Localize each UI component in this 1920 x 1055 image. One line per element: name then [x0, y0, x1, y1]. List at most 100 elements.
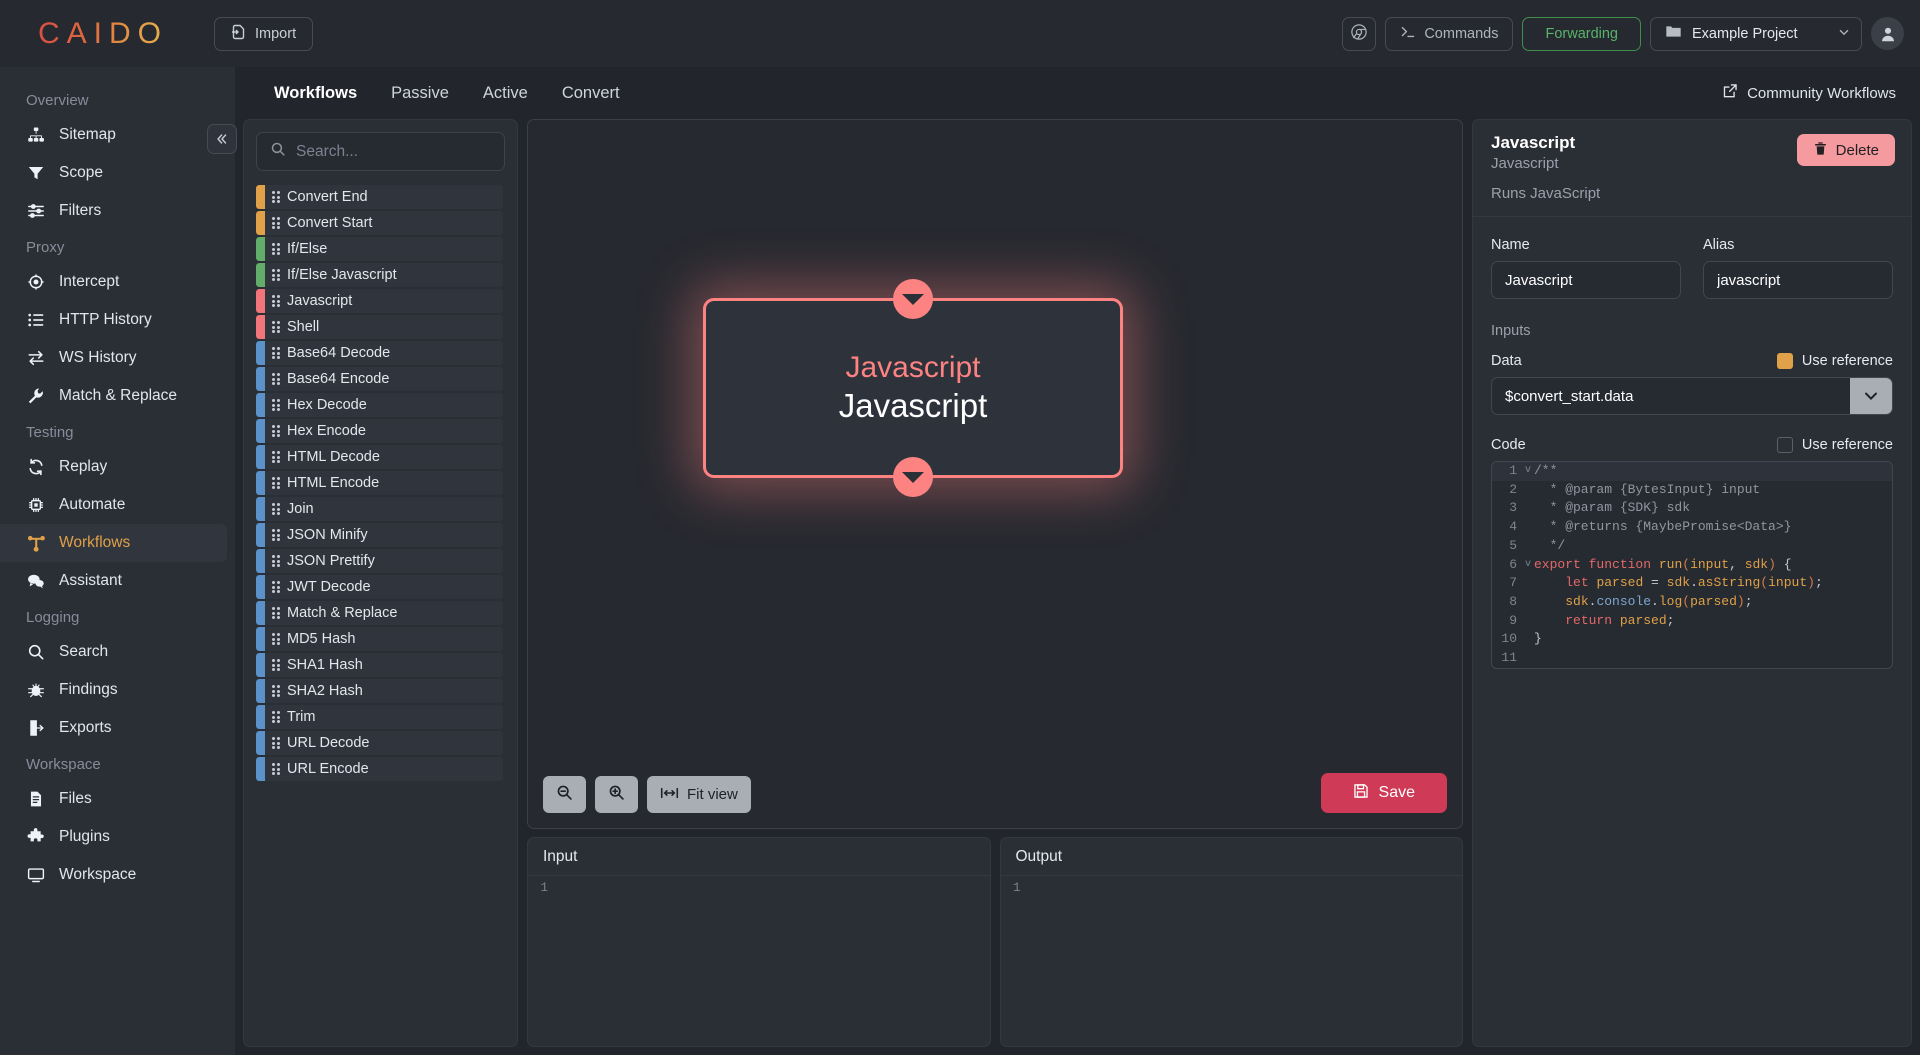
drag-handle-icon[interactable] — [265, 711, 287, 723]
name-input[interactable] — [1491, 261, 1681, 299]
node-palette-item[interactable]: HTML Decode — [256, 445, 503, 469]
sidebar-item-automate[interactable]: Automate — [0, 486, 227, 524]
code-line[interactable]: 1 v/** — [1492, 462, 1892, 481]
node-palette-item[interactable]: JSON Minify — [256, 523, 503, 547]
drag-handle-icon[interactable] — [265, 503, 287, 515]
node-list[interactable]: Convert End Convert Start If/Else If/Else J… — [256, 185, 505, 1034]
sidebar-item-ws-history[interactable]: WS History — [0, 339, 227, 377]
collapse-sidebar-button[interactable] — [207, 124, 237, 154]
input-editor[interactable]: 1 — [528, 876, 990, 1046]
forwarding-button[interactable]: Forwarding — [1522, 16, 1641, 51]
import-button[interactable]: Import — [214, 16, 314, 51]
chevron-down-icon[interactable] — [1850, 378, 1892, 414]
code-use-reference-checkbox[interactable]: Use reference — [1776, 437, 1893, 453]
code-line[interactable]: 6 v export function run(input, sdk) { — [1492, 556, 1892, 575]
save-button[interactable]: Save — [1320, 773, 1447, 813]
code-fold-toggle[interactable] — [1522, 518, 1534, 537]
code-line[interactable]: 9 return parsed; — [1492, 612, 1892, 631]
input-value[interactable] — [554, 876, 990, 1046]
node-palette-item[interactable]: MD5 Hash — [256, 627, 503, 651]
sidebar-item-intercept[interactable]: Intercept — [0, 263, 227, 301]
drag-handle-icon[interactable] — [265, 633, 287, 645]
node-palette-item[interactable]: SHA2 Hash — [256, 679, 503, 703]
code-fold-toggle[interactable]: v — [1522, 462, 1534, 481]
node-palette-item[interactable]: Shell — [256, 315, 503, 339]
node-palette-item[interactable]: Convert End — [256, 185, 503, 209]
code-fold-toggle[interactable] — [1522, 630, 1534, 649]
node-palette-item[interactable]: Hex Encode — [256, 419, 503, 443]
commands-button[interactable]: Commands — [1385, 16, 1514, 51]
node-palette-item[interactable]: Base64 Decode — [256, 341, 503, 365]
drag-handle-icon[interactable] — [265, 607, 287, 619]
node-palette-item[interactable]: URL Encode — [256, 757, 503, 781]
node-palette-item[interactable]: Hex Decode — [256, 393, 503, 417]
workflow-canvas[interactable]: Javascript Javascript Fit view Save — [527, 119, 1463, 829]
drag-handle-icon[interactable] — [265, 217, 287, 229]
sidebar-item-findings[interactable]: Findings — [0, 671, 227, 709]
code-line[interactable]: 3 * @param {SDK} sdk — [1492, 499, 1892, 518]
drag-handle-icon[interactable] — [265, 763, 287, 775]
code-line[interactable]: 5 */ — [1492, 537, 1892, 556]
alias-input[interactable] — [1703, 261, 1893, 299]
sidebar-item-filters[interactable]: Filters — [0, 192, 227, 230]
code-line[interactable]: 8 sdk.console.log(parsed); — [1492, 593, 1892, 612]
drag-handle-icon[interactable] — [265, 737, 287, 749]
drag-handle-icon[interactable] — [265, 295, 287, 307]
avatar[interactable] — [1871, 17, 1904, 50]
code-editor[interactable]: 1 v/** 2 * @param {BytesInput} input 3 * @p… — [1491, 461, 1893, 669]
node-output-handle[interactable] — [893, 457, 933, 497]
zoom-in-button[interactable] — [595, 776, 638, 813]
sidebar-item-exports[interactable]: Exports — [0, 709, 227, 747]
code-line[interactable]: 10} — [1492, 630, 1892, 649]
drag-handle-icon[interactable] — [265, 659, 287, 671]
node-palette-item[interactable]: URL Decode — [256, 731, 503, 755]
code-fold-toggle[interactable]: v — [1522, 556, 1534, 575]
drag-handle-icon[interactable] — [265, 477, 287, 489]
code-line[interactable]: 11 — [1492, 649, 1892, 668]
data-use-reference-checkbox[interactable]: Use reference — [1776, 353, 1893, 369]
code-fold-toggle[interactable] — [1522, 593, 1534, 612]
node-palette-item[interactable]: Base64 Encode — [256, 367, 503, 391]
drag-handle-icon[interactable] — [265, 555, 287, 567]
drag-handle-icon[interactable] — [265, 581, 287, 593]
sidebar-item-match-replace[interactable]: Match & Replace — [0, 377, 227, 415]
node-search[interactable] — [256, 132, 505, 171]
sidebar-item-sitemap[interactable]: Sitemap — [0, 116, 227, 154]
code-line[interactable]: 4 * @returns {MaybePromise<Data>} — [1492, 518, 1892, 537]
search-input[interactable] — [296, 142, 496, 161]
code-fold-toggle[interactable] — [1522, 537, 1534, 556]
data-select[interactable]: $convert_start.data — [1491, 377, 1893, 415]
code-fold-toggle[interactable] — [1522, 649, 1534, 668]
node-palette-item[interactable]: SHA1 Hash — [256, 653, 503, 677]
workflow-node-javascript[interactable]: Javascript Javascript — [703, 279, 1123, 497]
sidebar-item-assistant[interactable]: Assistant — [0, 562, 227, 600]
drag-handle-icon[interactable] — [265, 269, 287, 281]
output-editor[interactable]: 1 — [1001, 876, 1463, 1046]
drag-handle-icon[interactable] — [265, 191, 287, 203]
node-palette-item[interactable]: JWT Decode — [256, 575, 503, 599]
drag-handle-icon[interactable] — [265, 321, 287, 333]
tab-convert[interactable]: Convert — [545, 75, 637, 111]
code-line[interactable]: 2 * @param {BytesInput} input — [1492, 481, 1892, 500]
code-fold-toggle[interactable] — [1522, 481, 1534, 500]
node-palette-item[interactable]: Javascript — [256, 289, 503, 313]
sidebar-item-plugins[interactable]: Plugins — [0, 818, 227, 856]
code-fold-toggle[interactable] — [1522, 612, 1534, 631]
sidebar-item-workflows[interactable]: Workflows — [0, 524, 227, 562]
drag-handle-icon[interactable] — [265, 243, 287, 255]
sidebar-item-scope[interactable]: Scope — [0, 154, 227, 192]
code-fold-toggle[interactable] — [1522, 499, 1534, 518]
sidebar-item-files[interactable]: Files — [0, 780, 227, 818]
sidebar-item-search[interactable]: Search — [0, 633, 227, 671]
fit-view-button[interactable]: Fit view — [647, 776, 751, 813]
drag-handle-icon[interactable] — [265, 373, 287, 385]
sidebar-item-http-history[interactable]: HTTP History — [0, 301, 227, 339]
drag-handle-icon[interactable] — [265, 685, 287, 697]
sidebar-item-workspace[interactable]: Workspace — [0, 856, 227, 894]
tab-active[interactable]: Active — [466, 75, 545, 111]
drag-handle-icon[interactable] — [265, 451, 287, 463]
code-fold-toggle[interactable] — [1522, 574, 1534, 593]
community-workflows-link[interactable]: Community Workflows — [1722, 83, 1896, 103]
browser-button[interactable] — [1342, 16, 1377, 51]
node-palette-item[interactable]: Match & Replace — [256, 601, 503, 625]
